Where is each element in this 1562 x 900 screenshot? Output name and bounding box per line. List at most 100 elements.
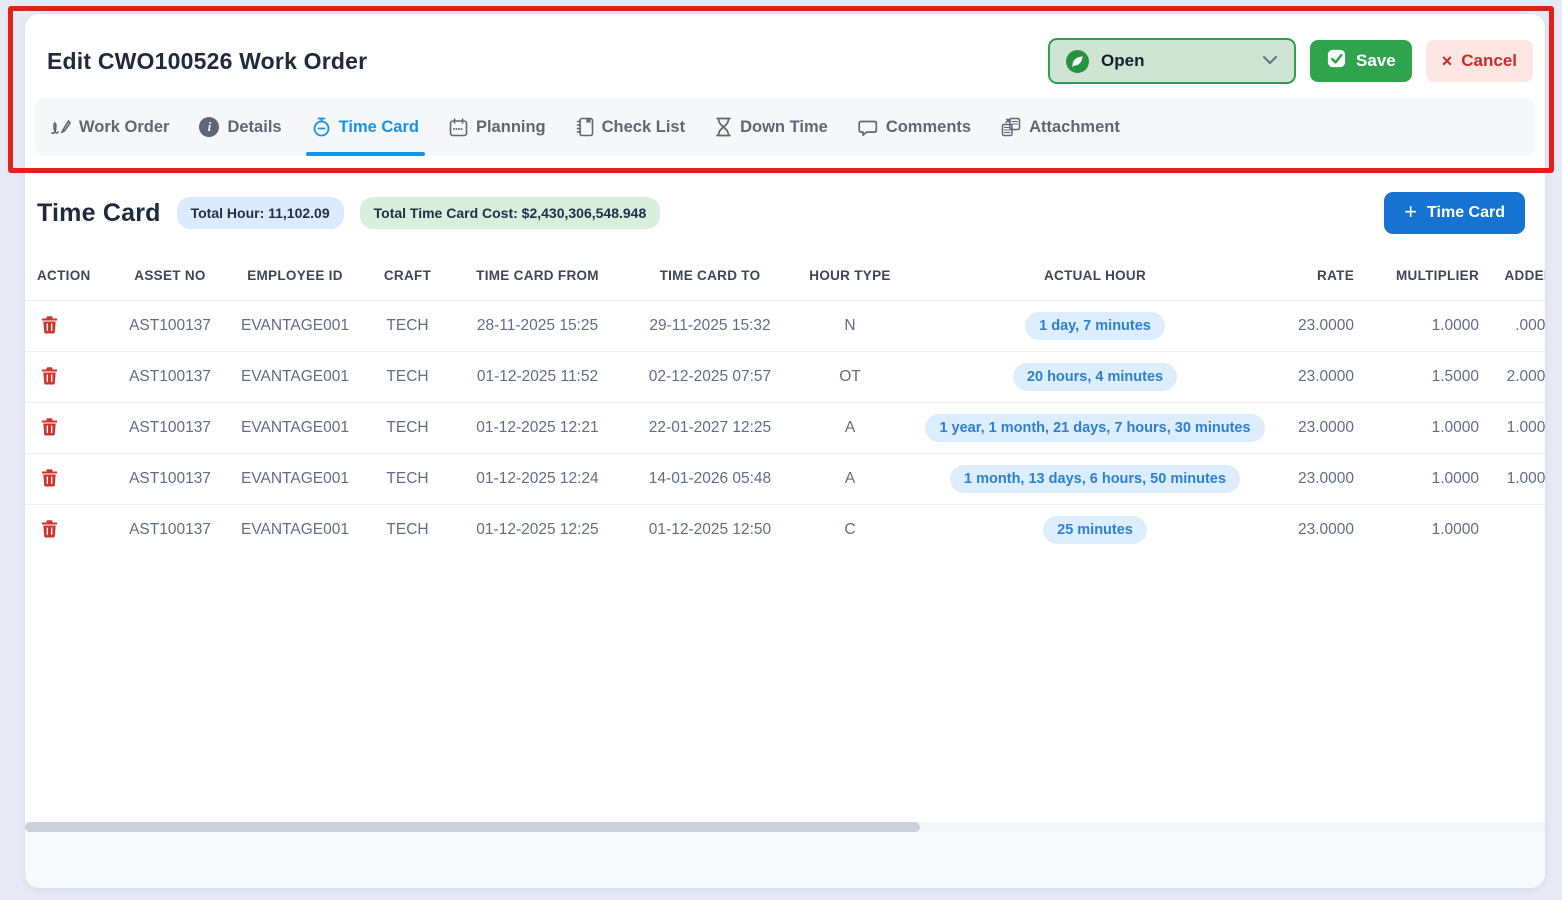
stopwatch-icon — [312, 117, 331, 137]
calendar-icon — [449, 118, 468, 137]
cell-rate: 23.0000 — [1285, 402, 1360, 453]
col-header-action: ACTION — [25, 252, 115, 300]
cell-multiplier: 1.0000 — [1360, 402, 1485, 453]
col-header-adder: ADDER — [1485, 252, 1545, 300]
cell-asset-no: AST100137 — [115, 351, 225, 402]
cell-adder: 2.0000 — [1485, 351, 1545, 402]
cell-employee-id: EVANTAGE001 — [225, 300, 365, 351]
tab-check-list[interactable]: Check List — [576, 98, 685, 156]
cell-craft: TECH — [365, 504, 450, 555]
cell-rate: 23.0000 — [1285, 300, 1360, 351]
card-footer — [25, 832, 1545, 888]
trash-icon — [41, 424, 58, 439]
cell-employee-id: EVANTAGE001 — [225, 402, 365, 453]
add-time-card-button[interactable]: + Time Card — [1384, 192, 1525, 234]
plus-icon: + — [1404, 201, 1417, 223]
tab-details[interactable]: i Details — [199, 98, 281, 156]
actual-hour-pill: 25 minutes — [1043, 516, 1147, 544]
col-header-multiplier: MULTIPLIER — [1360, 252, 1485, 300]
cell-adder: 1.0000 — [1485, 453, 1545, 504]
col-header-time-card-to: TIME CARD TO — [625, 252, 795, 300]
time-card-table-viewport: ACTION ASSET NO EMPLOYEE ID CRAFT TIME C… — [25, 252, 1545, 822]
page-title: Edit CWO100526 Work Order — [37, 48, 367, 75]
cell-time-card-from: 01-12-2025 12:24 — [450, 453, 625, 504]
status-label: Open — [1101, 51, 1250, 71]
tab-attachment[interactable]: Attachment — [1001, 98, 1120, 156]
tab-label: Planning — [476, 118, 546, 137]
horizontal-scrollbar-thumb[interactable] — [25, 822, 920, 832]
delete-row-button[interactable] — [37, 466, 62, 492]
delete-row-button[interactable] — [37, 313, 62, 339]
cell-asset-no: AST100137 — [115, 402, 225, 453]
cell-employee-id: EVANTAGE001 — [225, 453, 365, 504]
add-time-card-label: Time Card — [1427, 204, 1505, 222]
save-check-icon — [1326, 48, 1347, 74]
cancel-button[interactable]: × Cancel — [1426, 40, 1533, 82]
cancel-label: Cancel — [1461, 51, 1517, 71]
col-header-employee-id: EMPLOYEE ID — [225, 252, 365, 300]
cell-adder: 1.0000 — [1485, 402, 1545, 453]
actual-hour-pill: 1 day, 7 minutes — [1025, 312, 1165, 340]
delete-row-button[interactable] — [37, 517, 62, 543]
horizontal-scrollbar-track[interactable] — [25, 822, 1545, 832]
save-button[interactable]: Save — [1310, 40, 1412, 82]
tab-planning[interactable]: Planning — [449, 98, 546, 156]
col-header-craft: CRAFT — [365, 252, 450, 300]
header-actions: Open Save × Cancel — [1048, 38, 1533, 84]
cell-craft: TECH — [365, 300, 450, 351]
table-header-row: ACTION ASSET NO EMPLOYEE ID CRAFT TIME C… — [25, 252, 1545, 300]
cell-hour-type: OT — [795, 351, 905, 402]
cell-craft: TECH — [365, 351, 450, 402]
work-order-edit-card: Edit CWO100526 Work Order Open Save × — [25, 14, 1545, 888]
actual-hour-pill: 1 month, 13 days, 6 hours, 50 minutes — [950, 465, 1240, 493]
cell-adder: .0000 — [1485, 300, 1545, 351]
cell-multiplier: 1.5000 — [1360, 351, 1485, 402]
status-dropdown[interactable]: Open — [1048, 38, 1296, 84]
cell-hour-type: N — [795, 300, 905, 351]
section-title: Time Card — [37, 199, 161, 228]
save-label: Save — [1356, 51, 1396, 71]
total-cost-badge: Total Time Card Cost: $2,430,306,548.948 — [360, 197, 661, 229]
tab-label: Work Order — [79, 118, 169, 137]
actual-hour-pill: 1 year, 1 month, 21 days, 7 hours, 30 mi… — [925, 414, 1264, 442]
cell-time-card-to: 02-12-2025 07:57 — [625, 351, 795, 402]
cell-hour-type: A — [795, 402, 905, 453]
tab-label: Check List — [602, 118, 685, 137]
trash-icon — [41, 526, 58, 541]
card-header: Edit CWO100526 Work Order Open Save × — [25, 14, 1545, 98]
table-row: AST100137 EVANTAGE001 TECH 01-12-2025 12… — [25, 504, 1545, 555]
cell-rate: 23.0000 — [1285, 504, 1360, 555]
table-row: AST100137 EVANTAGE001 TECH 01-12-2025 11… — [25, 351, 1545, 402]
hourglass-icon — [715, 117, 732, 137]
tab-work-order[interactable]: Work Order — [51, 98, 169, 156]
time-card-section-header: Time Card Total Hour: 11,102.09 Total Ti… — [25, 170, 1545, 252]
cell-craft: TECH — [365, 402, 450, 453]
tab-time-card[interactable]: Time Card — [312, 98, 419, 156]
chevron-down-icon — [1262, 52, 1278, 70]
time-card-table: ACTION ASSET NO EMPLOYEE ID CRAFT TIME C… — [25, 252, 1545, 555]
cell-hour-type: A — [795, 453, 905, 504]
notebook-icon — [576, 117, 594, 137]
cell-time-card-to: 01-12-2025 12:50 — [625, 504, 795, 555]
tab-comments[interactable]: Comments — [858, 98, 971, 156]
cell-time-card-to: 14-01-2026 05:48 — [625, 453, 795, 504]
total-hour-badge: Total Hour: 11,102.09 — [177, 197, 344, 229]
cell-adder — [1485, 504, 1545, 555]
tab-label: Comments — [886, 118, 971, 137]
actual-hour-pill: 20 hours, 4 minutes — [1013, 363, 1177, 391]
trash-icon — [41, 373, 58, 388]
tab-down-time[interactable]: Down Time — [715, 98, 828, 156]
delete-row-button[interactable] — [37, 415, 62, 441]
col-header-actual-hour: ACTUAL HOUR — [905, 252, 1285, 300]
cell-time-card-from: 01-12-2025 11:52 — [450, 351, 625, 402]
cell-rate: 23.0000 — [1285, 453, 1360, 504]
cell-time-card-to: 29-11-2025 15:32 — [625, 300, 795, 351]
trash-icon — [41, 475, 58, 490]
cell-time-card-from: 01-12-2025 12:21 — [450, 402, 625, 453]
col-header-asset-no: ASSET NO — [115, 252, 225, 300]
tab-label: Time Card — [339, 118, 419, 137]
comment-bubble-icon — [858, 118, 878, 137]
cancel-x-icon: × — [1442, 51, 1453, 72]
cell-asset-no: AST100137 — [115, 300, 225, 351]
delete-row-button[interactable] — [37, 364, 62, 390]
